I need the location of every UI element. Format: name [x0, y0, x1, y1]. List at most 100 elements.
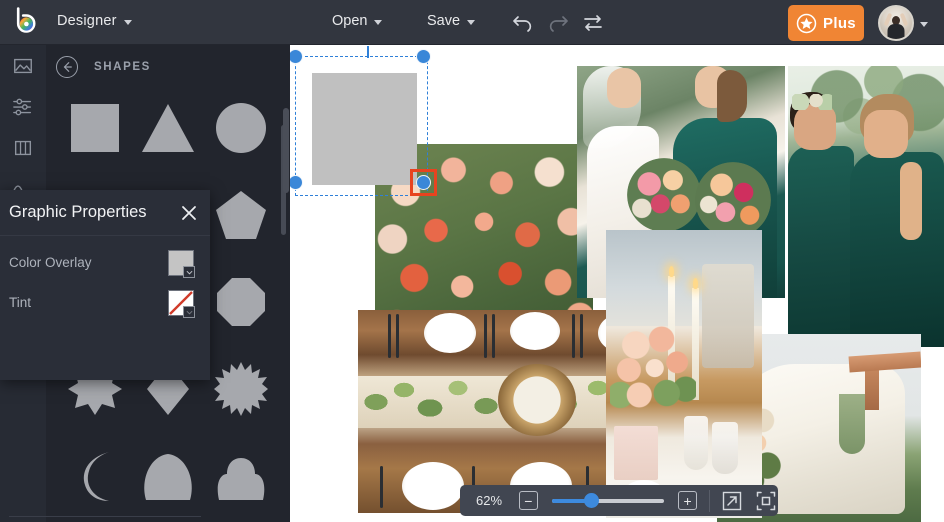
- layout-columns-icon: [12, 137, 34, 159]
- adjust-sliders-icon: [11, 96, 35, 118]
- shape-pentagon[interactable]: [205, 182, 278, 248]
- tint-swatch[interactable]: [168, 290, 194, 316]
- color-overlay-swatch[interactable]: [168, 250, 194, 276]
- panel-divider: [9, 516, 201, 517]
- rotate-handle[interactable]: [367, 46, 369, 58]
- designer-menu[interactable]: Designer: [57, 13, 132, 29]
- shape-flower[interactable]: [205, 443, 278, 509]
- shape-circle[interactable]: [205, 95, 278, 161]
- avatar-body: [888, 24, 905, 40]
- redo-button[interactable]: [545, 10, 571, 36]
- cutlery: [388, 314, 391, 358]
- graphic-properties-header: Graphic Properties: [0, 190, 210, 236]
- close-icon[interactable]: [179, 203, 199, 223]
- plate: [402, 462, 464, 510]
- photo-bridesmaids-teal[interactable]: [788, 66, 944, 347]
- zoom-slider[interactable]: [552, 499, 664, 503]
- plus-upgrade-button[interactable]: Plus: [788, 5, 864, 41]
- tint-row: Tint: [0, 284, 210, 324]
- bridesmaid-2-arm: [900, 162, 922, 240]
- chair: [702, 264, 754, 368]
- graphic-properties-panel: Graphic Properties Color Overlay Tint: [0, 190, 210, 380]
- zoom-percent-label: 62%: [476, 493, 509, 508]
- befunky-logo[interactable]: [10, 6, 42, 39]
- bridesmaid-1-face: [794, 104, 836, 150]
- chevron-down-icon: [467, 20, 475, 25]
- zoom-in-button[interactable]: +: [678, 491, 697, 510]
- charger-plate: [498, 364, 576, 436]
- tint-label: Tint: [9, 295, 31, 310]
- photo-centerpiece-candles[interactable]: [606, 230, 762, 518]
- color-overlay-label: Color Overlay: [9, 255, 92, 270]
- shape-square[interactable]: [58, 95, 131, 161]
- cutlery: [572, 314, 575, 358]
- shapes-panel-header: SHAPES: [46, 45, 290, 89]
- chevron-down-icon: [124, 20, 132, 25]
- cutlery: [484, 314, 487, 358]
- selection-bounding-box: [295, 56, 428, 196]
- bridesmaid-2-face: [864, 110, 908, 158]
- bridesmaid-hair: [717, 70, 747, 122]
- reset-swap-icon: [580, 10, 606, 36]
- plus-label: Plus: [823, 15, 856, 32]
- resize-handle-top-right[interactable]: [416, 49, 431, 64]
- star-badge-icon: [796, 13, 817, 34]
- chevron-down-icon: [920, 22, 928, 27]
- canvas-vertical-scrollbar[interactable]: [283, 108, 289, 193]
- shapes-panel-title: SHAPES: [94, 61, 151, 73]
- reset-button[interactable]: [580, 10, 606, 36]
- plate: [510, 312, 560, 350]
- cutlery: [492, 314, 495, 358]
- flower-crown: [792, 94, 832, 110]
- top-toolbar: Designer Open Save: [0, 0, 944, 45]
- account-menu[interactable]: [878, 5, 928, 41]
- user-avatar[interactable]: [878, 5, 914, 41]
- plate: [424, 313, 476, 353]
- zoom-out-button[interactable]: −: [519, 491, 538, 510]
- wine-glass: [712, 422, 738, 474]
- back-arrow-icon[interactable]: [56, 56, 78, 78]
- shape-crescent[interactable]: [58, 443, 131, 509]
- drape-gap: [839, 394, 865, 454]
- zoom-slider-thumb[interactable]: [584, 493, 599, 508]
- shape-starburst[interactable]: [205, 356, 278, 422]
- undo-arrow-icon: [510, 10, 536, 36]
- candle-flame: [669, 266, 674, 277]
- wine-glass: [684, 416, 708, 470]
- candle-flame: [693, 278, 698, 289]
- save-menu[interactable]: Save: [427, 13, 475, 29]
- bouquet-right: [695, 162, 771, 238]
- bridesmaid-1-dress: [788, 146, 854, 347]
- zoom-toolbar[interactable]: 62% − +: [460, 485, 778, 516]
- undo-button[interactable]: [510, 10, 536, 36]
- cutlery: [580, 314, 583, 358]
- shape-blob[interactable]: [131, 443, 204, 509]
- menu-card: [614, 426, 658, 480]
- bridesmaid-2-dress: [850, 152, 944, 347]
- fit-to-screen-icon[interactable]: [754, 489, 778, 513]
- chevron-down-icon[interactable]: [183, 266, 195, 278]
- panel-title: Graphic Properties: [9, 203, 147, 222]
- designer-menu-label: Designer: [57, 13, 117, 29]
- image-icon: [12, 55, 34, 77]
- chevron-down-icon: [374, 20, 382, 25]
- shape-octagon[interactable]: [205, 269, 278, 335]
- floral-centerpiece: [610, 322, 696, 418]
- rail-item-adjust[interactable]: [0, 86, 46, 127]
- cutlery: [396, 314, 399, 358]
- design-canvas[interactable]: 62% − +: [290, 45, 944, 522]
- rail-item-image[interactable]: [0, 45, 46, 86]
- save-menu-label: Save: [427, 13, 460, 29]
- active-handle-highlight: [410, 169, 437, 196]
- arch-beam: [849, 352, 921, 373]
- app-root: 62% − +: [0, 0, 944, 522]
- rail-item-layout[interactable]: [0, 127, 46, 168]
- bouquet-left: [627, 158, 701, 232]
- open-menu[interactable]: Open: [332, 13, 382, 29]
- expand-arrow-icon[interactable]: [720, 489, 744, 513]
- bride-face: [607, 68, 641, 108]
- color-overlay-row: Color Overlay: [0, 244, 210, 284]
- toolbar-divider: [709, 490, 710, 512]
- shape-triangle[interactable]: [131, 95, 204, 161]
- chevron-down-icon[interactable]: [183, 306, 195, 318]
